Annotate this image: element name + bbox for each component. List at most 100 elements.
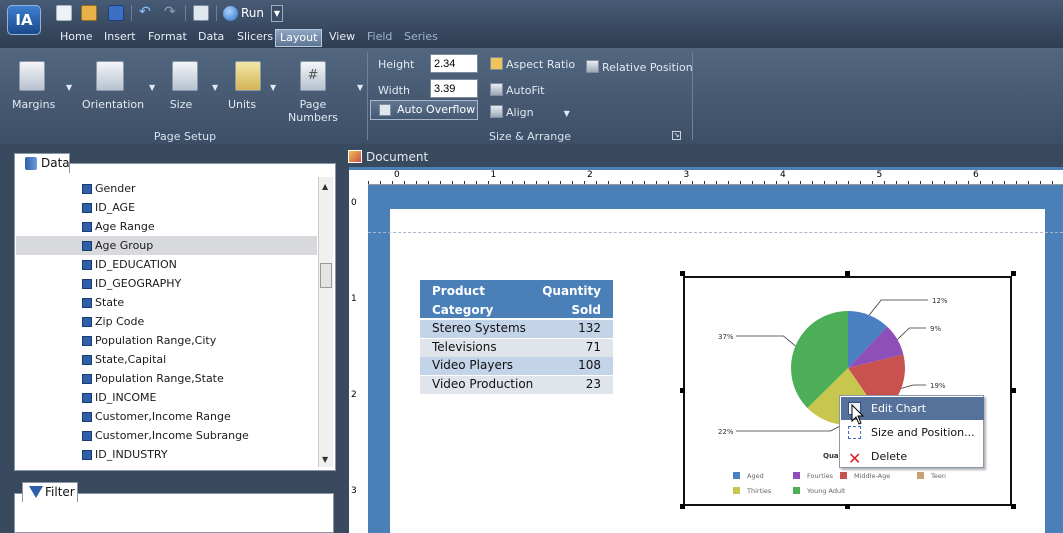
auto-overflow-button[interactable]: Auto Overflow: [370, 100, 478, 120]
tree-item[interactable]: Gender: [16, 179, 317, 198]
tab-insert[interactable]: Insert: [100, 29, 140, 47]
tree-item[interactable]: Population Range,City: [16, 331, 317, 350]
legend-swatch: [733, 487, 740, 494]
tree-item[interactable]: State,Capital: [16, 350, 317, 369]
undo-icon[interactable]: ↶: [139, 5, 155, 21]
run-button[interactable]: Run: [223, 5, 264, 22]
tree-item[interactable]: Customer,Income Range: [16, 407, 317, 426]
data-panel-tab[interactable]: Data: [14, 153, 70, 173]
tree-item-label: Age Range: [95, 220, 155, 233]
resize-handle[interactable]: [1011, 504, 1016, 509]
ruler-tick: [908, 181, 909, 184]
tree-item[interactable]: ID_INDUSTRY: [16, 445, 317, 464]
tree-item-label: ID_EDUCATION: [95, 258, 177, 271]
width-input[interactable]: [430, 79, 478, 98]
ruler-tick: [764, 181, 765, 184]
data-scrollbar[interactable]: ▲ ▼: [318, 177, 333, 467]
redo-icon[interactable]: ↷: [164, 5, 180, 21]
tree-item[interactable]: ID_AGE: [16, 198, 317, 217]
ruler-tick: [824, 181, 825, 184]
aspect-ratio-button[interactable]: Aspect Ratio: [490, 57, 575, 71]
tree-item[interactable]: Population Range,State: [16, 369, 317, 388]
margins-icon: [19, 61, 45, 91]
height-input[interactable]: [430, 54, 478, 73]
ruler-number: 3: [351, 486, 357, 496]
autofit-button[interactable]: AutoFit: [490, 83, 544, 97]
units-button[interactable]: Units: [226, 98, 258, 111]
tree-item[interactable]: ID_EDUCATION: [16, 255, 317, 274]
tree-item[interactable]: ID_INCOME: [16, 388, 317, 407]
page-numbers-dropdown-icon[interactable]: ▼: [357, 83, 363, 92]
app-logo[interactable]: IA: [7, 5, 41, 35]
tree-item[interactable]: Age Group: [16, 236, 317, 255]
run-label: Run: [241, 6, 265, 20]
resize-handle[interactable]: [680, 388, 685, 393]
tree-item[interactable]: ID_GEOGRAPHY: [16, 274, 317, 293]
legend-swatch: [840, 472, 847, 479]
resize-handle[interactable]: [1011, 388, 1016, 393]
resize-handle[interactable]: [1011, 271, 1016, 276]
new-icon[interactable]: [56, 5, 72, 21]
tab-data[interactable]: Data: [194, 29, 228, 47]
save-icon[interactable]: [108, 5, 124, 21]
ruler-tick: [920, 181, 921, 184]
autofit-label: AutoFit: [506, 84, 545, 97]
ruler-tick: [848, 181, 849, 184]
tab-slicers[interactable]: Slicers: [233, 29, 277, 47]
tree-item[interactable]: Customer,Income Subrange: [16, 426, 317, 445]
ruler-tick: [680, 181, 681, 184]
align-dropdown-icon: ▼: [563, 109, 570, 118]
run-dropdown-icon[interactable]: ▼: [271, 5, 283, 22]
tab-format[interactable]: Format: [144, 29, 191, 47]
tab-series[interactable]: Series: [400, 29, 442, 47]
dialog-launcher-icon[interactable]: ↘: [672, 131, 681, 140]
ruler-tick: [716, 181, 717, 184]
page-setup-group-label: Page Setup: [153, 130, 217, 143]
field-icon: [82, 184, 92, 194]
ruler-number: 6: [973, 170, 979, 180]
tree-item[interactable]: Age Range: [16, 217, 317, 236]
margins-button[interactable]: Margins: [12, 98, 55, 111]
chart-frame[interactable]: 12% 9% 19% 22% 37% Quar Aged Fourties Middle-Age…: [683, 276, 1012, 506]
table-cell: 71: [585, 339, 601, 354]
size-button[interactable]: Size: [166, 98, 196, 111]
align-button[interactable]: Align ▼: [490, 105, 570, 119]
margins-dropdown-icon[interactable]: ▼: [66, 83, 72, 92]
filter-panel-tab[interactable]: Filter: [22, 482, 78, 502]
tree-item[interactable]: Zip Code: [16, 312, 317, 331]
tab-view[interactable]: View: [325, 29, 359, 47]
resize-handle[interactable]: [680, 504, 685, 509]
print-preview-icon[interactable]: [193, 5, 209, 21]
resize-handle[interactable]: [845, 504, 850, 509]
tab-home[interactable]: Home: [56, 29, 96, 47]
edit-chart-label: Edit Chart: [871, 402, 927, 415]
ruler-tick: [980, 181, 981, 184]
delete-menu-item[interactable]: ✕ Delete: [841, 445, 984, 468]
relative-position-button[interactable]: Relative Position: [586, 60, 693, 74]
orientation-button[interactable]: Orientation: [82, 98, 144, 111]
scroll-up-icon[interactable]: ▲: [322, 182, 328, 191]
scroll-down-icon[interactable]: ▼: [322, 455, 328, 464]
units-dropdown-icon[interactable]: ▼: [270, 83, 276, 92]
tab-layout[interactable]: Layout: [275, 29, 323, 47]
resize-handle[interactable]: [845, 271, 850, 276]
field-icon: [82, 393, 92, 403]
ruler-tick: [692, 181, 693, 184]
tab-field[interactable]: Field: [363, 29, 396, 47]
scroll-thumb[interactable]: [320, 263, 332, 288]
table-cell: 108: [578, 358, 601, 372]
open-folder-icon[interactable]: [81, 5, 97, 21]
orientation-dropdown-icon[interactable]: ▼: [149, 83, 155, 92]
resize-handle[interactable]: [680, 271, 685, 276]
tree-item[interactable]: State: [16, 293, 317, 312]
tree-item-label: State,Capital: [95, 353, 167, 366]
align-label: Align: [506, 106, 534, 119]
ruler-tick: [872, 181, 873, 184]
size-dropdown-icon[interactable]: ▼: [212, 83, 218, 92]
ruler-number: 1: [351, 294, 357, 304]
page-numbers-button[interactable]: Page Numbers: [286, 98, 340, 124]
pie-chart: 12%9%19%22%37%QuarAged Fourties Middle-Age…: [718, 297, 948, 495]
ruler-number: 0: [394, 170, 400, 180]
ruler-tick: [608, 181, 609, 184]
ruler-tick: [740, 181, 741, 184]
